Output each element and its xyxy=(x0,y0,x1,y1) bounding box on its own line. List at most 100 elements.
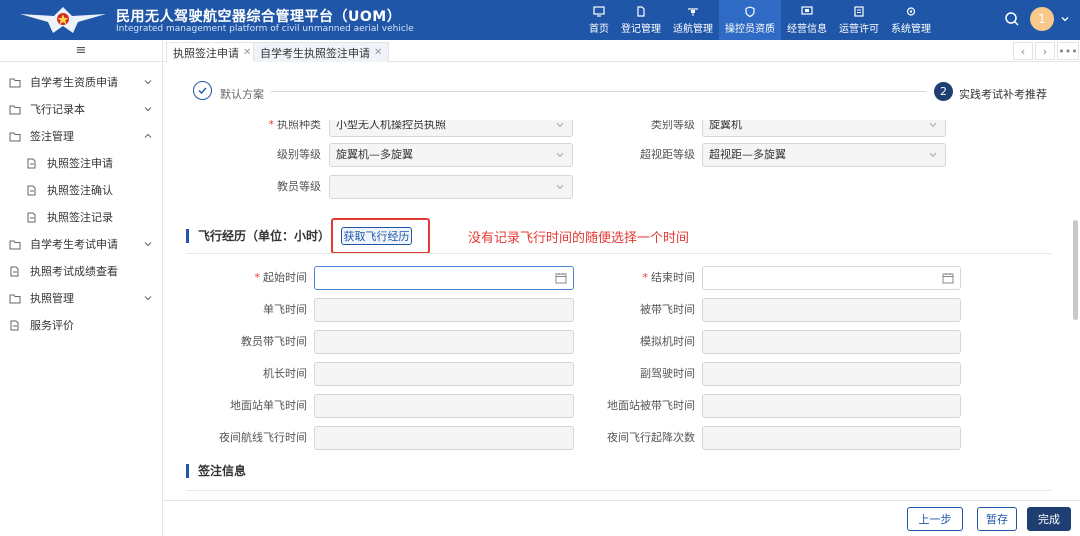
ground-dual-label: 地面站被带飞时间 xyxy=(607,399,695,412)
sidebar-item-label: 执照签注确认 xyxy=(47,184,113,197)
close-icon[interactable]: ✕ xyxy=(374,47,382,58)
end-time-picker[interactable] xyxy=(702,266,961,290)
tab-scroll-right-icon[interactable]: › xyxy=(1035,42,1055,60)
sidebar-item-self-study-exam-apply[interactable]: 自学考生考试申请 xyxy=(0,234,162,254)
tab-self-study-license-endorsement-apply[interactable]: 自学考生执照签注申请 ✕ xyxy=(253,42,390,62)
calendar-icon[interactable] xyxy=(942,272,954,284)
copilot-time-input[interactable] xyxy=(702,362,961,386)
start-time-picker[interactable] xyxy=(314,266,574,290)
section-divider xyxy=(186,490,1052,491)
copilot-time-label: 副驾驶时间 xyxy=(640,367,695,380)
tab-scroll-left-icon[interactable]: ‹ xyxy=(1013,42,1033,60)
screen-icon xyxy=(801,5,813,15)
chevron-down-icon xyxy=(929,122,937,128)
dual-received-input[interactable] xyxy=(702,298,961,322)
section-divider xyxy=(186,253,1052,254)
folder-icon xyxy=(9,105,21,114)
license-type-select[interactable]: 小型无人机操控员执照 xyxy=(329,120,573,137)
form-row-instructor: 教员带飞时间 模拟机时间 xyxy=(163,330,1080,354)
night-landings-input[interactable] xyxy=(702,426,961,450)
monitor-icon xyxy=(593,5,605,17)
nav-registration[interactable]: 登记管理 xyxy=(615,0,667,40)
sidebar-item-label: 服务评价 xyxy=(30,319,74,332)
nav-operation-permit[interactable]: 运营许可 xyxy=(833,0,885,40)
category-level-label: 类别等级 xyxy=(651,120,695,131)
pic-time-input[interactable] xyxy=(314,362,574,386)
bvlos-level-select[interactable]: 超视距—多旋翼 xyxy=(702,143,946,167)
chevron-down-icon xyxy=(556,152,564,158)
form-row-pic: 机长时间 副驾驶时间 xyxy=(163,362,1080,386)
sidebar-item-service-evaluation[interactable]: 服务评价 xyxy=(0,315,162,335)
sidebar-item-flight-log[interactable]: 飞行记录本 xyxy=(0,99,162,119)
flight-experience-title: 飞行经历（单位：小时） xyxy=(186,229,330,243)
end-time-label: * 结束时间 xyxy=(642,271,696,284)
sidebar-item-label: 执照签注记录 xyxy=(47,211,113,224)
finish-button[interactable]: 完成 xyxy=(1027,507,1071,531)
step-2-label: 实践考试补考推荐 xyxy=(959,88,1047,101)
night-route-input[interactable] xyxy=(314,426,574,450)
sidebar-item-label: 执照考试成绩查看 xyxy=(30,265,118,278)
folder-icon xyxy=(9,294,21,303)
step-1-label: 默认方案 xyxy=(220,88,264,101)
nav-system-management-label: 系统管理 xyxy=(891,23,931,35)
sidebar-item-label: 自学考生资质申请 xyxy=(30,76,118,89)
instructor-time-input[interactable] xyxy=(314,330,574,354)
form-row-night: 夜间航线飞行时间 夜间飞行起降次数 xyxy=(163,426,1080,450)
nav-system-management[interactable]: 系统管理 xyxy=(885,0,937,40)
category-level-select[interactable]: 旋翼机 xyxy=(702,120,946,137)
sidebar-item-exam-results[interactable]: 执照考试成绩查看 xyxy=(0,261,162,281)
avatar[interactable]: 1 xyxy=(1030,7,1054,31)
simulator-time-input[interactable] xyxy=(702,330,961,354)
tab-label: 自学考生执照签注申请 xyxy=(260,46,370,60)
ground-dual-input[interactable] xyxy=(702,394,961,418)
night-landings-label: 夜间飞行起降次数 xyxy=(607,431,695,444)
sidebar-item-license-management[interactable]: 执照管理 xyxy=(0,288,162,308)
solo-time-input[interactable] xyxy=(314,298,574,322)
nav-airworthiness[interactable]: 适航管理 xyxy=(667,0,719,40)
sidebar-item-label: 执照签注申请 xyxy=(47,157,113,170)
dual-received-label: 被带飞时间 xyxy=(640,303,695,316)
folder-icon xyxy=(9,78,21,87)
top-header: 民用无人驾驶航空器综合管理平台（UOM） Integrated manageme… xyxy=(0,0,1080,40)
file-icon xyxy=(10,320,19,330)
sidebar-item-license-endorsement-confirm[interactable]: 执照签注确认 xyxy=(0,180,162,200)
chevron-down-icon xyxy=(556,184,564,190)
avatar-text: 1 xyxy=(1038,12,1046,26)
ground-solo-label: 地面站单飞时间 xyxy=(230,399,307,412)
close-icon[interactable]: ✕ xyxy=(243,47,251,58)
get-flight-experience-button[interactable]: 获取飞行经历 xyxy=(341,227,412,245)
instructor-level-select[interactable] xyxy=(329,175,573,199)
calendar-icon[interactable] xyxy=(555,272,567,284)
sidebar-item-license-endorsement-record[interactable]: 执照签注记录 xyxy=(0,207,162,227)
shield-icon xyxy=(745,5,755,17)
save-draft-button[interactable]: 暂存 xyxy=(977,507,1017,531)
sidebar-item-endorsement-management[interactable]: 签注管理 xyxy=(0,126,162,146)
nav-operation-permit-label: 运营许可 xyxy=(839,23,879,35)
chevron-down-icon xyxy=(556,122,564,128)
nav-business-info-label: 经营信息 xyxy=(787,23,827,35)
chevron-down-icon[interactable] xyxy=(1060,14,1070,24)
tab-label: 执照签注申请 xyxy=(173,46,239,60)
nav-home-label: 首页 xyxy=(589,23,609,35)
more-icon[interactable]: ••• xyxy=(1057,42,1079,60)
scrollbar[interactable] xyxy=(1073,220,1078,320)
instructor-level-label: 教员等级 xyxy=(277,180,321,193)
step-2-number: 2 xyxy=(934,82,953,101)
file-icon xyxy=(10,266,19,276)
tab-license-endorsement-apply[interactable]: 执照签注申请 ✕ xyxy=(166,42,259,62)
nav-home[interactable]: 首页 xyxy=(583,0,615,40)
class-level-select[interactable]: 旋翼机—多旋翼 xyxy=(329,143,573,167)
platform-subtitle: Integrated management platform of civil … xyxy=(116,24,414,34)
nav-business-info[interactable]: 经营信息 xyxy=(781,0,833,40)
nav-operator-qualification[interactable]: 操控员资质 xyxy=(719,0,781,40)
menu-toggle-icon[interactable]: ≡ xyxy=(0,40,162,62)
previous-step-button[interactable]: 上一步 xyxy=(907,507,963,531)
sidebar-item-self-study-qualification[interactable]: 自学考生资质申请 xyxy=(0,72,162,92)
search-icon[interactable] xyxy=(1004,11,1020,27)
sidebar-item-label: 签注管理 xyxy=(30,130,74,143)
sidebar-item-license-endorsement-apply[interactable]: 执照签注申请 xyxy=(0,153,162,173)
ground-solo-input[interactable] xyxy=(314,394,574,418)
chevron-down-icon xyxy=(929,152,937,158)
bvlos-level-label: 超视距等级 xyxy=(640,148,695,161)
step-connector xyxy=(271,91,926,92)
